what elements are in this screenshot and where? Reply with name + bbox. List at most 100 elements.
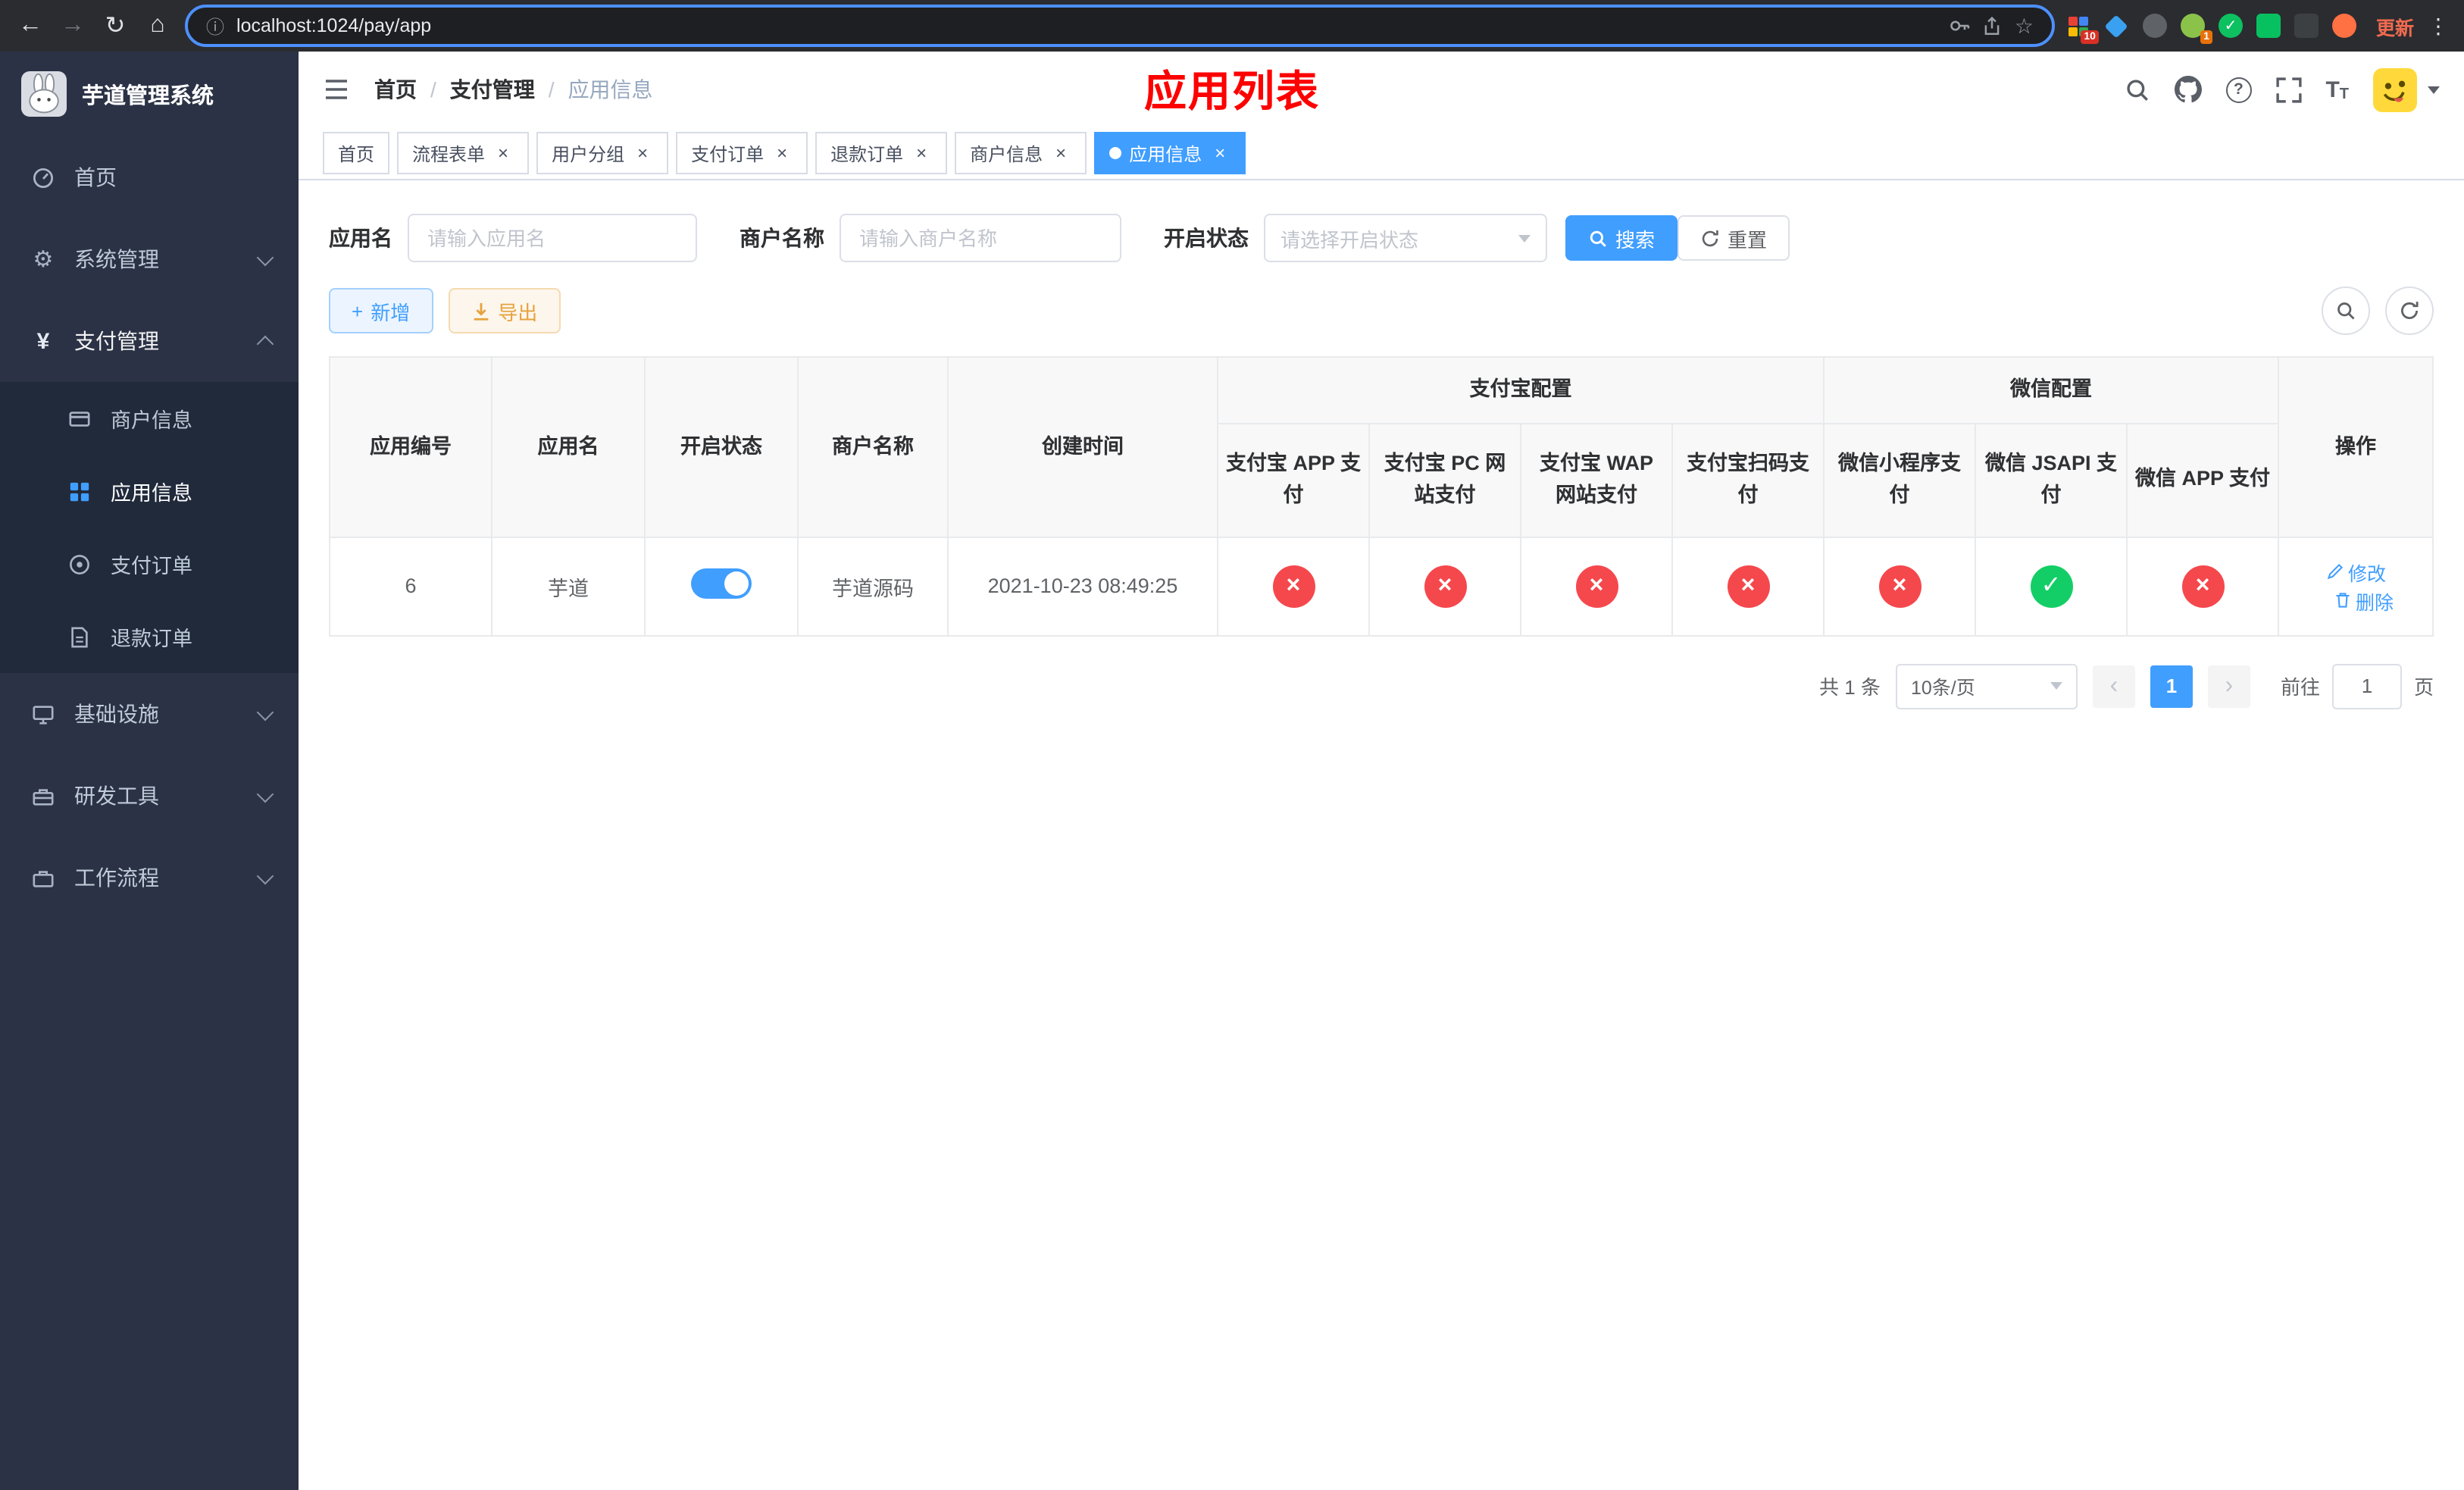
close-icon[interactable]: × [771, 142, 793, 164]
close-icon[interactable]: × [632, 142, 653, 164]
tab-home[interactable]: 首页 [323, 132, 390, 174]
sidebar-item-app-info[interactable]: 应用信息 [0, 455, 299, 527]
extension-dark-circle-icon[interactable] [2142, 14, 2167, 38]
browser-menu-icon[interactable]: ⋮ [2428, 13, 2449, 39]
sidebar-item-refund-orders[interactable]: 退款订单 [0, 600, 299, 673]
site-info-icon[interactable]: ⓘ [206, 13, 224, 39]
sidebar-item-merchant-info[interactable]: 商户信息 [0, 382, 299, 455]
cell-status [644, 536, 799, 637]
browser-forward-icon[interactable]: → [58, 12, 88, 39]
github-icon[interactable] [2174, 76, 2202, 103]
breadcrumb-payment[interactable]: 支付管理 [450, 74, 535, 105]
close-icon[interactable]: × [1050, 142, 1071, 164]
cell-merchant: 芋道源码 [797, 536, 949, 637]
extension-face-icon[interactable] [2331, 14, 2356, 38]
toggle-search-button[interactable] [2322, 286, 2370, 335]
status-select[interactable]: 请选择开启状态 [1264, 214, 1547, 262]
share-icon[interactable] [1983, 16, 2003, 36]
tags-view-bar: 首页 流程表单 × 用户分组 × 支付订单 × 退款订单 × 商户信息 × 应用信息 × [299, 127, 2464, 180]
extension-green-square-icon[interactable] [2256, 14, 2281, 38]
browser-home-icon[interactable]: ⌂ [142, 12, 173, 39]
fullscreen-icon[interactable] [2275, 77, 2302, 102]
sidebar-item-system[interactable]: ⚙ 系统管理 [0, 218, 299, 300]
merchant-name-input[interactable] [840, 214, 1121, 262]
breadcrumb-current: 应用信息 [568, 77, 653, 102]
next-page-button[interactable]: › [2207, 665, 2250, 708]
delete-link[interactable]: 删除 [2333, 587, 2394, 615]
cell-app-name: 芋道 [491, 536, 646, 637]
sidebar-item-workflow[interactable]: 工作流程 [0, 837, 299, 919]
update-button[interactable]: 更新 [2376, 11, 2414, 40]
tab-merchant-info[interactable]: 商户信息 × [955, 132, 1087, 174]
breadcrumb-home[interactable]: 首页 [374, 74, 417, 105]
app-name-input[interactable] [408, 214, 697, 262]
dashboard-icon [30, 166, 56, 189]
sidebar-item-home[interactable]: 首页 [0, 136, 299, 218]
reset-button[interactable]: 重置 [1678, 215, 1790, 261]
search-button[interactable]: 搜索 [1565, 215, 1678, 261]
col-header-app-id: 应用编号 [329, 356, 492, 538]
sidebar-item-pay-orders[interactable]: 支付订单 [0, 527, 299, 600]
refresh-button[interactable] [2385, 286, 2434, 335]
caret-down-icon [2428, 86, 2440, 93]
current-page-button[interactable]: 1 [2150, 665, 2193, 708]
tab-refund-orders[interactable]: 退款订单 × [815, 132, 948, 174]
page-size-select[interactable]: 10条/页 [1895, 663, 2078, 709]
help-icon[interactable]: ? [2225, 77, 2252, 102]
status-cross-icon: × [1727, 565, 1769, 608]
col-header-app-name: 应用名 [491, 356, 646, 538]
top-navbar: 首页 / 支付管理 / 应用信息 应用列表 ? T T [299, 52, 2464, 127]
browser-back-icon[interactable]: ← [15, 12, 45, 39]
extension-green-circle-icon[interactable]: ✓ [2218, 14, 2243, 38]
close-icon[interactable]: × [911, 142, 932, 164]
status-cross-icon: × [1575, 565, 1618, 608]
chevron-up-icon [256, 335, 274, 353]
sidebar-toggle-icon[interactable] [323, 77, 350, 102]
screen: ← → ↻ ⌂ ⓘ localhost:1024/pay/app ☆ 10 1 [0, 0, 2464, 1490]
close-icon[interactable]: × [492, 142, 514, 164]
extension-puzzle-icon[interactable] [2294, 14, 2319, 38]
extension-diamond-icon[interactable] [2105, 14, 2129, 38]
extensions-area: 10 1 ✓ 更新 ⋮ [2067, 11, 2449, 44]
sidebar-item-infra[interactable]: 基础设施 [0, 673, 299, 755]
sidebar-item-devtools[interactable]: 研发工具 [0, 755, 299, 837]
col-header-actions: 操作 [2278, 356, 2434, 538]
font-size-icon[interactable]: TT [2325, 77, 2349, 102]
bookmark-star-icon[interactable]: ☆ [2015, 13, 2034, 39]
app-logo[interactable]: 芋道管理系统 [0, 52, 299, 136]
url-text[interactable]: localhost:1024/pay/app [236, 15, 431, 36]
address-bar[interactable]: ⓘ localhost:1024/pay/app ☆ [185, 5, 2055, 47]
pagination: 共 1 条 10条/页 ‹ 1 › 前往 页 [329, 663, 2434, 709]
password-key-icon[interactable] [1950, 15, 1971, 36]
plus-icon: + [352, 299, 364, 322]
edit-link[interactable]: 修改 [2325, 558, 2386, 587]
prev-page-button[interactable]: ‹ [2092, 665, 2135, 708]
tab-user-group[interactable]: 用户分组 × [536, 132, 669, 174]
add-button[interactable]: + 新增 [329, 288, 433, 333]
search-icon[interactable] [2124, 77, 2150, 102]
browser-reload-icon[interactable]: ↻ [100, 11, 130, 41]
user-menu[interactable] [2373, 67, 2440, 111]
col-header-wechat-app: 微信 APP 支付 [2125, 422, 2280, 538]
status-cross-icon: × [2181, 565, 2225, 608]
sidebar: 芋道管理系统 首页 ⚙ 系统管理 ¥ 支付管理 商户信息 应用信息 支付订单 退… [0, 52, 299, 1490]
goto-page-input[interactable] [2331, 663, 2402, 709]
col-header-alipay-wap: 支付宝 WAP 网站支付 [1520, 422, 1673, 538]
status-cross-icon: × [1878, 565, 1921, 608]
tab-app-info[interactable]: 应用信息 × [1094, 132, 1246, 174]
user-avatar [2373, 67, 2417, 111]
export-button[interactable]: 导出 [448, 288, 561, 333]
tab-pay-orders[interactable]: 支付订单 × [676, 132, 808, 174]
status-cross-icon: × [1424, 565, 1466, 608]
table-toolbar: + 新增 导出 [329, 286, 2434, 335]
extension-grid-icon[interactable]: 10 [2067, 14, 2099, 44]
col-header-wechat-mini: 微信小程序支付 [1823, 422, 1976, 538]
chevron-down-icon [2050, 682, 2062, 690]
sidebar-item-payment[interactable]: ¥ 支付管理 [0, 300, 299, 382]
status-toggle[interactable] [691, 568, 752, 599]
avatar-badge: 1 [2200, 30, 2212, 44]
tab-process-form[interactable]: 流程表单 × [397, 132, 530, 174]
extension-avatar-icon[interactable]: 1 [2180, 14, 2212, 44]
extension-badge: 10 [2081, 30, 2099, 44]
close-icon[interactable]: × [1209, 142, 1230, 164]
